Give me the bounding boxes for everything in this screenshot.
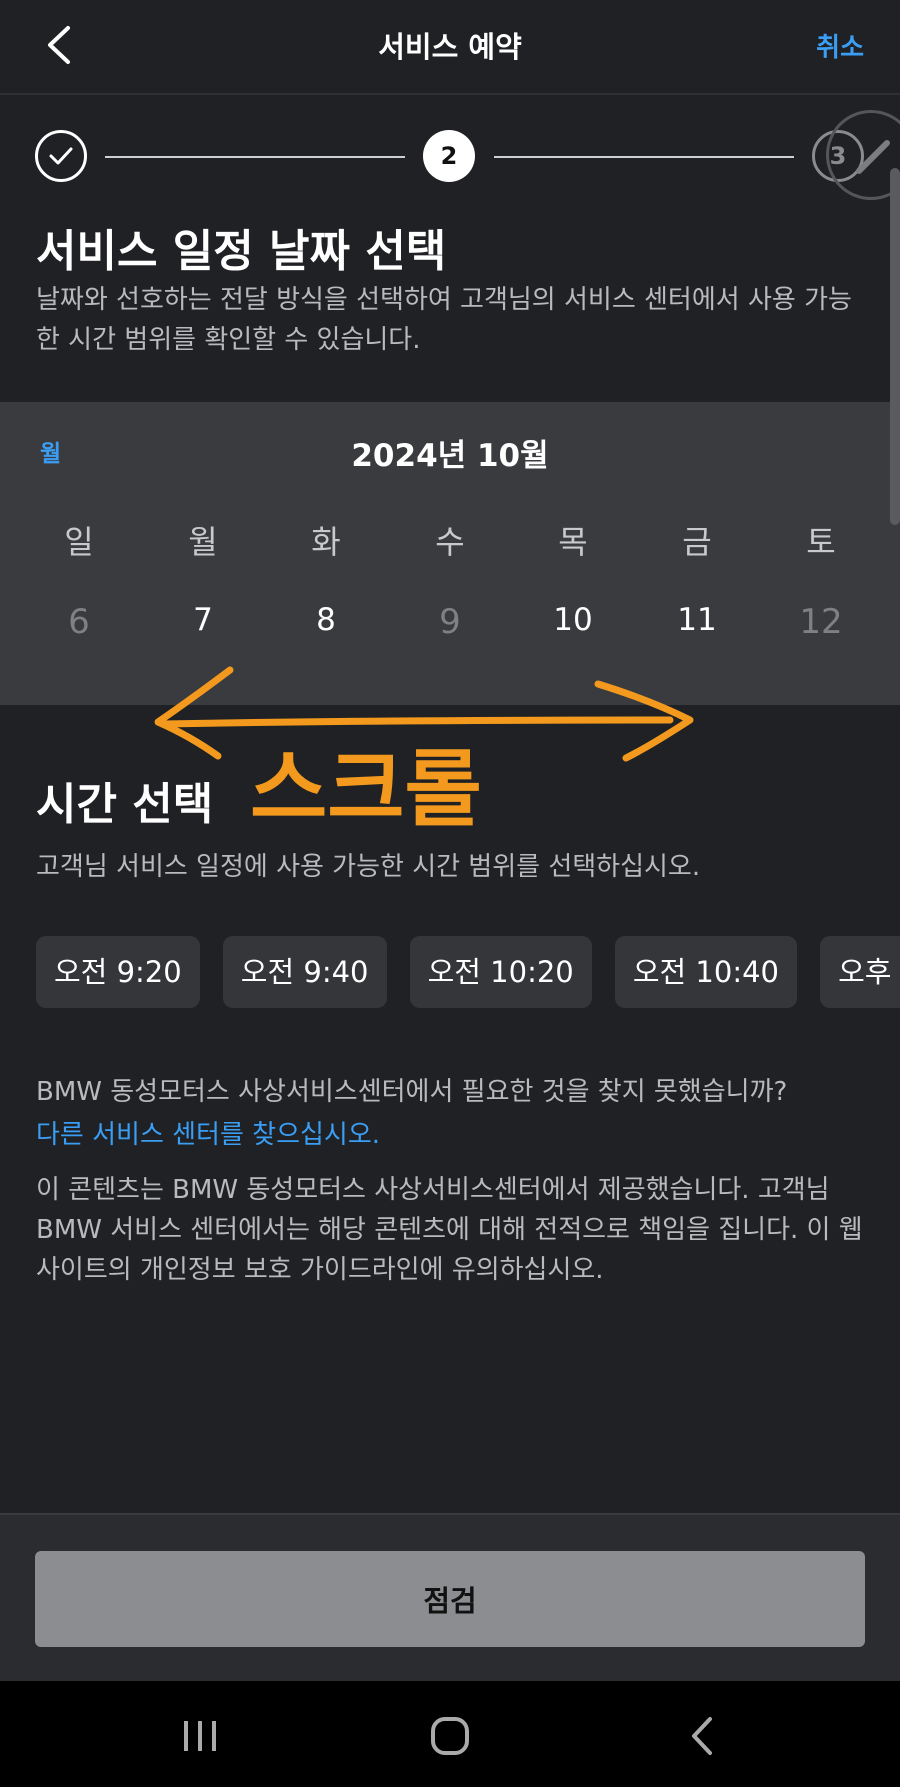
step-2-current: 2	[423, 130, 475, 182]
date-row: 6 7 8 9 10 11 12	[0, 602, 900, 652]
disclaimer-text: 이 콘텐츠는 BMW 동성모터스 사상서비스센터에서 제공했습니다. 고객님 B…	[36, 1175, 863, 1285]
annotation-label: 스크롤	[250, 740, 482, 838]
step-1-completed	[35, 130, 87, 182]
calendar-month-label: 2024년 10월	[351, 438, 549, 474]
edit-floating-button[interactable]	[826, 110, 900, 200]
scroll-annotation: 스크롤	[154, 666, 694, 838]
weekday-label: 월	[188, 523, 218, 561]
system-back-icon[interactable]	[672, 1711, 732, 1761]
bottom-action-bar: 점검	[0, 1513, 900, 1681]
time-slot-button[interactable]: 오전 10:20	[409, 936, 592, 1008]
weekday-label: 목	[558, 523, 588, 561]
weekday-label: 토	[806, 523, 836, 561]
page-title: 서비스 예약	[378, 30, 522, 64]
home-icon[interactable]	[420, 1711, 480, 1761]
weekday-label: 일	[64, 523, 94, 561]
date-cell[interactable]: 7	[163, 602, 243, 638]
date-cell: 9	[439, 602, 461, 642]
step-connector	[105, 156, 405, 158]
time-slot-list[interactable]: 오전 9:20 오전 9:40 오전 10:20 오전 10:40 오후 1:0…	[36, 936, 900, 1008]
checkmark-icon	[49, 147, 73, 165]
time-slot-button[interactable]: 오후 1:00	[820, 936, 900, 1008]
time-slot-button[interactable]: 오전 9:20	[36, 936, 200, 1008]
time-slot-button[interactable]: 오전 9:40	[222, 936, 387, 1008]
weekday-header-row: 일 월 화 수 목 금 토	[0, 517, 900, 567]
check-button[interactable]: 점검	[35, 1551, 865, 1647]
section-description-date: 날짜와 선호하는 전달 방식을 선택하여 고객님의 서비스 센터에서 사용 가능…	[36, 285, 852, 355]
step-connector	[494, 156, 794, 158]
weekday-label: 금	[682, 523, 712, 561]
section-description-time: 고객님 서비스 일정에 사용 가능한 시간 범위를 선택하십시오.	[36, 852, 701, 882]
not-found-text: BMW 동성모터스 사상서비스센터에서 필요한 것을 찾지 못했습니까?	[36, 1077, 788, 1107]
date-cell[interactable]: 11	[657, 602, 737, 638]
weekday-label: 수	[435, 523, 465, 561]
progress-stepper: 2 3	[0, 130, 900, 186]
system-navigation-bar	[0, 1681, 900, 1787]
page-scrollbar[interactable]	[890, 168, 900, 525]
section-title-date: 서비스 일정 날짜 선택	[36, 226, 447, 277]
date-cell: 12	[799, 602, 843, 642]
recent-apps-icon[interactable]	[170, 1711, 230, 1761]
date-cell[interactable]: 8	[286, 602, 366, 638]
date-cell[interactable]: 10	[533, 602, 613, 638]
app-header: 서비스 예약 취소	[0, 0, 900, 95]
cancel-button[interactable]: 취소	[816, 27, 864, 64]
weekday-label: 화	[311, 523, 341, 561]
time-slot-button[interactable]: 오전 10:40	[614, 936, 797, 1008]
find-other-center-link[interactable]: 다른 서비스 센터를 찾으십시오.	[36, 1114, 380, 1151]
date-cell: 6	[68, 602, 90, 642]
